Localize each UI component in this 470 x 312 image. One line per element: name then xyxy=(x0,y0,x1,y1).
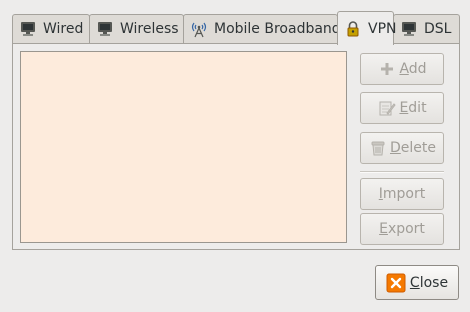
antenna-icon xyxy=(190,20,208,38)
edit-label: Edit xyxy=(399,100,427,116)
tab-vpn[interactable]: VPN xyxy=(337,11,397,45)
tab-label: Mobile Broadband xyxy=(214,21,341,37)
tab-wired[interactable]: Wired xyxy=(12,14,90,43)
connections-dialog: Wired Wireless Mobile Broadband VPN DSL xyxy=(0,0,470,312)
import-label: Import xyxy=(378,186,426,202)
network-wired-icon xyxy=(19,20,37,38)
network-wireless-icon xyxy=(96,20,114,38)
close-button[interactable]: Close xyxy=(375,265,459,300)
add-button[interactable]: Add xyxy=(360,53,444,85)
delete-button[interactable]: Delete xyxy=(360,132,444,164)
button-separator xyxy=(360,171,444,173)
add-label: Add xyxy=(399,61,427,77)
tab-mobile-broadband[interactable]: Mobile Broadband xyxy=(183,14,341,43)
close-label: Close xyxy=(409,274,449,291)
tab-label: Wired xyxy=(43,21,84,37)
delete-label: Delete xyxy=(390,140,436,156)
close-icon xyxy=(386,273,406,293)
tab-dsl[interactable]: DSL xyxy=(393,14,460,43)
network-wired-icon xyxy=(400,20,418,38)
export-button[interactable]: Export xyxy=(360,213,444,245)
vpn-tab-page: Add Edit Delete Import Export xyxy=(12,43,460,250)
export-label: Export xyxy=(379,221,425,237)
edit-icon xyxy=(377,98,397,118)
import-button[interactable]: Import xyxy=(360,178,444,210)
vpn-connections-list[interactable] xyxy=(20,51,347,243)
lock-icon xyxy=(344,20,362,38)
tab-wireless[interactable]: Wireless xyxy=(89,14,184,43)
tab-label: VPN xyxy=(368,20,397,37)
tab-label: Wireless xyxy=(120,21,179,37)
tab-label: DSL xyxy=(424,21,452,37)
trash-icon xyxy=(368,138,388,158)
connection-type-tabs: Wired Wireless Mobile Broadband VPN DSL xyxy=(12,10,460,45)
edit-button[interactable]: Edit xyxy=(360,92,444,124)
add-icon xyxy=(377,59,397,79)
